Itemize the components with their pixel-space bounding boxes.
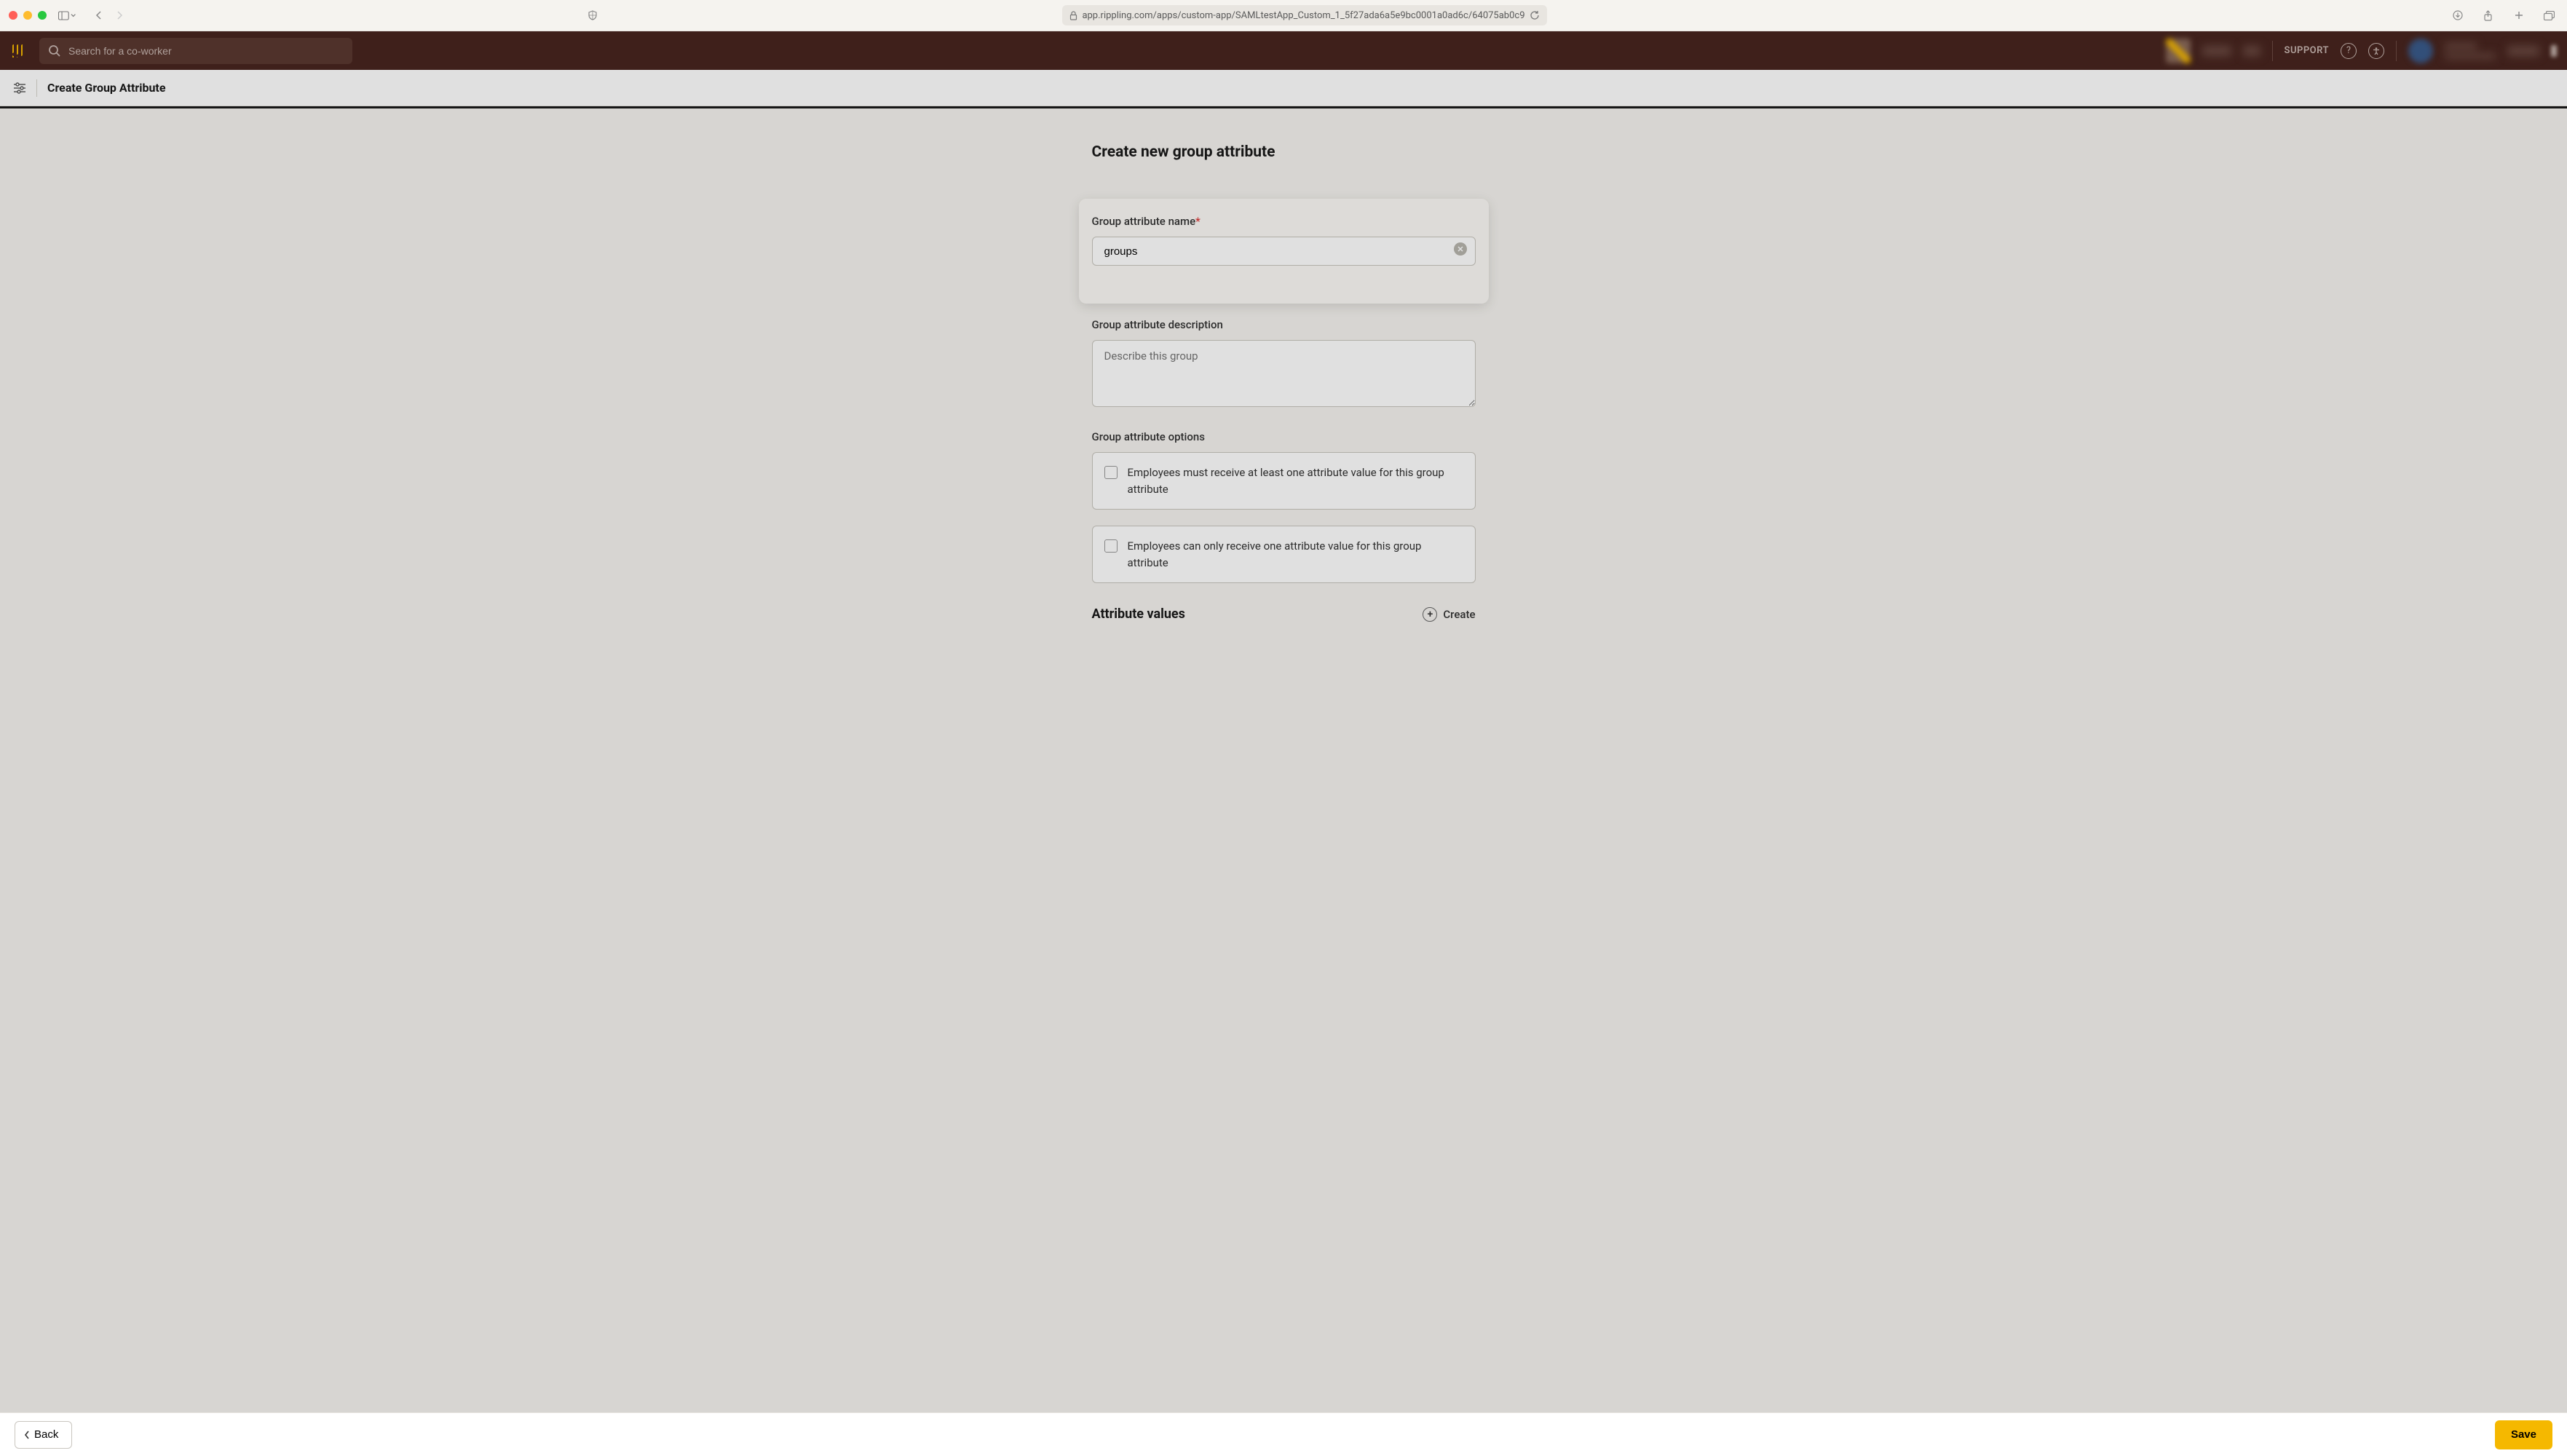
browser-chrome: app.rippling.com/apps/custom-app/SAMLtes…	[0, 0, 2567, 31]
save-button[interactable]: Save	[2495, 1420, 2552, 1449]
chevron-down-icon	[71, 13, 76, 17]
page-title: Create new group attribute	[1092, 143, 1476, 161]
content-area: Create new group attribute Group attribu…	[0, 108, 2567, 1412]
divider	[2272, 41, 2273, 61]
group-attribute-name-input[interactable]	[1092, 237, 1476, 266]
attribute-values-title: Attribute values	[1092, 606, 1185, 622]
chevron-left-icon	[24, 1431, 30, 1439]
checkbox[interactable]	[1104, 466, 1118, 479]
highlighted-field-card: Group attribute name*	[1079, 199, 1489, 304]
rippling-logo[interactable]	[10, 42, 28, 60]
window-controls	[9, 11, 47, 20]
new-tab-icon[interactable]	[2510, 7, 2528, 24]
redacted-text	[2507, 46, 2539, 56]
nav-forward	[111, 7, 128, 24]
tabs-icon[interactable]	[2541, 7, 2558, 24]
nav-back[interactable]	[90, 7, 108, 24]
share-icon[interactable]	[2480, 7, 2497, 24]
divider	[36, 79, 37, 97]
sidebar-toggle[interactable]	[58, 7, 76, 24]
divider	[2396, 41, 2397, 61]
menu-icon[interactable]	[2551, 45, 2557, 57]
settings-icon[interactable]	[13, 82, 26, 94]
checkbox-label: Employees can only receive one attribute…	[1128, 538, 1463, 571]
url-bar[interactable]: app.rippling.com/apps/custom-app/SAMLtes…	[1062, 5, 1546, 25]
group-attribute-description-input[interactable]	[1092, 340, 1476, 407]
download-icon[interactable]	[2449, 7, 2467, 24]
required-indicator: *	[1195, 215, 1201, 228]
privacy-icon[interactable]	[584, 7, 601, 24]
sub-header: Create Group Attribute	[0, 70, 2567, 106]
support-link[interactable]: SUPPORT	[2285, 45, 2329, 56]
search-icon	[48, 44, 61, 58]
org-avatar[interactable]	[2166, 39, 2191, 63]
options-label: Group attribute options	[1092, 430, 1476, 443]
redacted-user-info	[2445, 43, 2496, 59]
checkbox[interactable]	[1104, 539, 1118, 553]
plus-icon: +	[1423, 607, 1437, 622]
close-window[interactable]	[9, 11, 17, 20]
redacted-text	[2202, 46, 2231, 56]
clear-input-icon[interactable]	[1454, 242, 1467, 256]
redacted-text	[2243, 46, 2261, 56]
help-icon[interactable]: ?	[2341, 43, 2357, 59]
search-box[interactable]	[39, 38, 352, 64]
app-header: SUPPORT ?	[0, 31, 2567, 70]
lock-icon	[1069, 11, 1077, 20]
user-avatar[interactable]	[2408, 39, 2433, 63]
url-text: app.rippling.com/apps/custom-app/SAMLtes…	[1082, 10, 1524, 21]
create-value-button[interactable]: + Create	[1423, 607, 1475, 622]
search-input[interactable]	[68, 45, 344, 57]
reload-icon[interactable]	[1530, 10, 1540, 20]
maximize-window[interactable]	[38, 11, 47, 20]
checkbox-label: Employees must receive at least one attr…	[1128, 464, 1463, 497]
back-button[interactable]: Back	[15, 1421, 72, 1449]
footer-bar: Back Save	[0, 1412, 2567, 1456]
option-only-one[interactable]: Employees can only receive one attribute…	[1092, 526, 1476, 583]
desc-label: Group attribute description	[1092, 318, 1476, 331]
create-label: Create	[1443, 608, 1475, 621]
page-breadcrumb-title: Create Group Attribute	[47, 81, 165, 95]
accessibility-icon[interactable]	[2368, 43, 2384, 59]
minimize-window[interactable]	[23, 11, 32, 20]
name-label: Group attribute name*	[1092, 215, 1476, 228]
option-at-least-one[interactable]: Employees must receive at least one attr…	[1092, 452, 1476, 510]
